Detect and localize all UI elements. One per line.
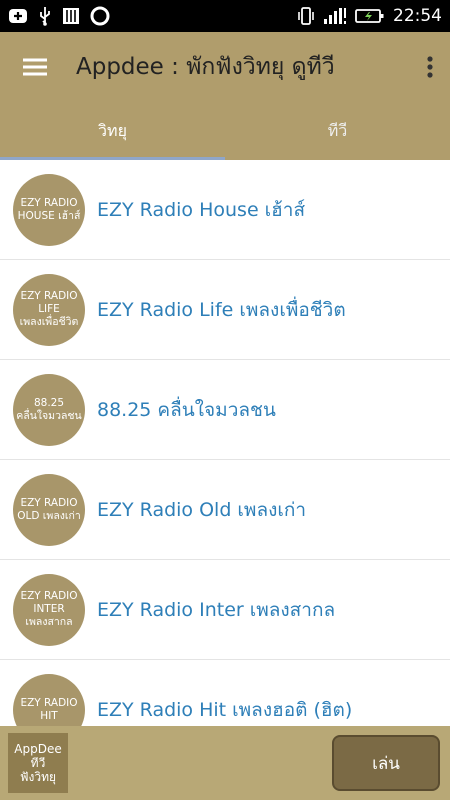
- app-bar: Appdee : พักฟังวิทยุ ดูทีวี: [0, 32, 450, 102]
- avatar-text: เพลงสากล: [25, 616, 73, 628]
- avatar-text: เพลงเพื่อชีวิต: [19, 316, 79, 328]
- list-item[interactable]: EZY RADIO OLD เพลงเก่า EZY Radio Old เพล…: [0, 460, 450, 560]
- logo-text: AppDee: [14, 742, 62, 756]
- station-title: EZY Radio Hit เพลงฮอติ (ฮิต): [97, 698, 353, 721]
- station-avatar: EZY RADIO HIT: [13, 673, 85, 726]
- list-item[interactable]: EZY RADIO INTER เพลงสากล EZY Radio Inter…: [0, 560, 450, 660]
- logo-text: ฟังวิทยุ: [19, 770, 57, 784]
- app-title: Appdee : พักฟังวิทยุ ดูทีวี: [76, 54, 335, 80]
- avatar-text: EZY RADIO: [20, 290, 78, 302]
- avatar-text: HIT: [40, 709, 58, 722]
- station-title: EZY Radio Old เพลงเก่า: [97, 498, 307, 521]
- station-avatar: EZY RADIO OLD เพลงเก่า: [13, 473, 85, 546]
- sync-icon: [90, 6, 110, 26]
- avatar-text: LIFE: [38, 303, 60, 315]
- avatar-text: INTER: [33, 603, 65, 615]
- list-item[interactable]: 88.25 คลื่นใจมวลชน 88.25 คลื่นใจมวลชน: [0, 360, 450, 460]
- storage-icon: [62, 6, 80, 26]
- avatar-text: HOUSE เฮ้าส์: [17, 209, 81, 222]
- station-avatar: EZY RADIO INTER เพลงสากล: [13, 573, 85, 646]
- add-icon: [8, 6, 28, 26]
- station-title: EZY Radio Inter เพลงสากล: [97, 598, 336, 621]
- tab-tv[interactable]: ทีวี: [225, 102, 450, 160]
- hamburger-menu-icon: [23, 58, 47, 76]
- list-item[interactable]: EZY RADIO LIFE เพลงเพื่อชีวิต EZY Radio …: [0, 260, 450, 360]
- overflow-menu-button[interactable]: [410, 32, 450, 102]
- list-item[interactable]: EZY RADIO HIT EZY Radio Hit เพลงฮอติ (ฮิ…: [0, 660, 450, 726]
- tab-bar: วิทยุ ทีวี: [0, 102, 450, 160]
- menu-button[interactable]: [0, 32, 70, 102]
- avatar-text: EZY RADIO: [20, 496, 78, 509]
- station-avatar: EZY RADIO LIFE เพลงเพื่อชีวิต: [13, 273, 85, 346]
- status-left-icons: [0, 6, 110, 26]
- list-item[interactable]: EZY RADIO HOUSE เฮ้าส์ EZY Radio House เ…: [0, 160, 450, 260]
- station-avatar: 88.25 คลื่นใจมวลชน: [13, 373, 85, 446]
- avatar-text: OLD เพลงเก่า: [17, 509, 81, 522]
- player-bar: AppDee ทีวี ฟังวิทยุ เล่น: [0, 726, 450, 800]
- station-title: EZY Radio House เฮ้าส์: [97, 198, 306, 221]
- avatar-text: EZY RADIO: [20, 696, 78, 709]
- status-time: 22:54: [393, 6, 442, 26]
- status-right-icons: 22:54: [297, 6, 450, 26]
- play-button[interactable]: เล่น: [332, 735, 440, 791]
- appdee-logo: AppDee ทีวี ฟังวิทยุ: [8, 733, 68, 793]
- battery-icon: [355, 6, 385, 26]
- station-list: EZY RADIO HOUSE เฮ้าส์ EZY Radio House เ…: [0, 160, 450, 726]
- station-title: 88.25 คลื่นใจมวลชน: [97, 398, 276, 421]
- more-vert-icon: [427, 56, 433, 78]
- station-avatar: EZY RADIO HOUSE เฮ้าส์: [13, 173, 85, 246]
- avatar-text: EZY RADIO: [20, 590, 78, 602]
- avatar-text: EZY RADIO: [20, 196, 78, 209]
- status-bar: 22:54: [0, 0, 450, 32]
- logo-text: ทีวี: [30, 756, 46, 770]
- tab-radio[interactable]: วิทยุ: [0, 102, 225, 160]
- avatar-text: 88.25: [33, 396, 65, 409]
- avatar-text: คลื่นใจมวลชน: [16, 409, 82, 422]
- station-title: EZY Radio Life เพลงเพื่อชีวิต: [97, 298, 346, 321]
- vibrate-icon: [297, 6, 315, 26]
- usb-icon: [38, 6, 52, 26]
- signal-icon: [323, 6, 347, 26]
